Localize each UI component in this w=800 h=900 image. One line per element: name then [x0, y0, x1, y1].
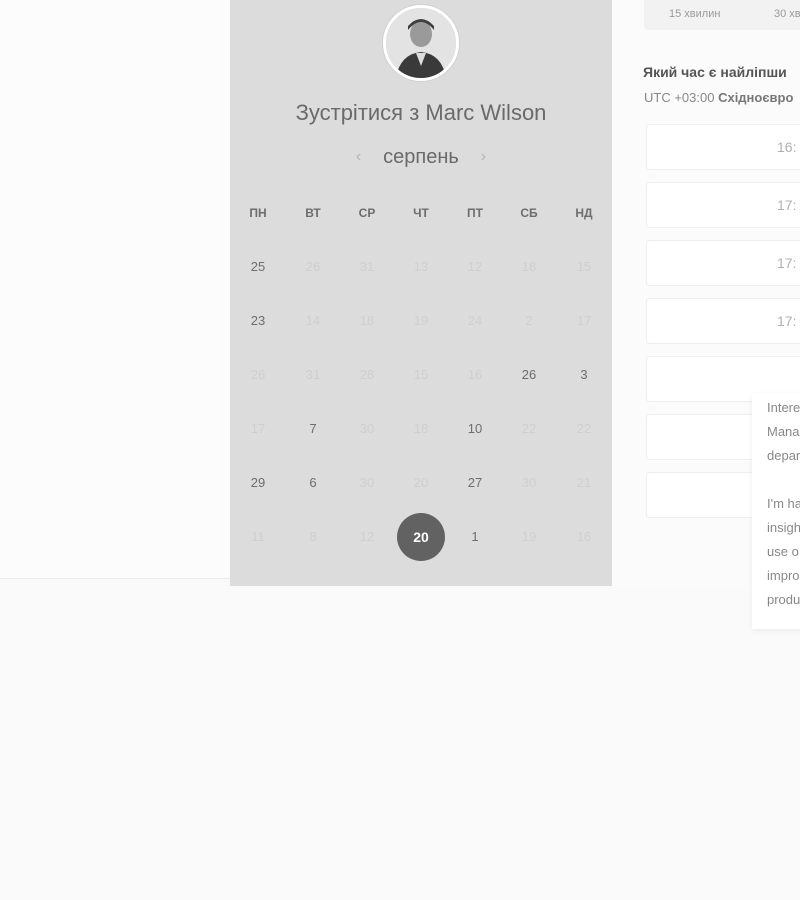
calendar-day: 17 — [250, 421, 266, 436]
calendar-day: 18 — [359, 313, 375, 328]
time-slot-label: 16: — [777, 139, 797, 155]
calendar-day: 31 — [305, 367, 321, 382]
left-blank-area — [0, 0, 230, 579]
time-slot-button[interactable]: 17: — [646, 298, 800, 344]
time-slot-label: 17: — [777, 255, 797, 271]
timezone-name: Східноєвро — [718, 90, 794, 105]
selected-day[interactable]: 20 — [397, 513, 445, 561]
calendar-day[interactable]: 7 — [293, 419, 333, 439]
calendar-day[interactable]: 3 — [564, 365, 604, 385]
calendar-day: 19 — [521, 529, 537, 544]
description-line: impro — [767, 568, 800, 583]
calendar-day: 2 — [525, 313, 533, 328]
calendar-day: 11 — [251, 529, 265, 544]
calendar-day[interactable]: 25 — [238, 257, 278, 277]
calendar-day: 21 — [576, 475, 592, 490]
calendar-day[interactable]: 27 — [455, 473, 495, 493]
description-line: Mana — [767, 424, 800, 439]
time-slot-label: 17: — [777, 197, 797, 213]
timezone-label[interactable]: UTC +03:00 Східноєвро — [644, 90, 793, 105]
calendar-day: 16 — [467, 367, 483, 382]
calendar-day: 30 — [359, 475, 375, 490]
calendar-day: 24 — [467, 313, 483, 328]
calendar-day: 12 — [359, 529, 375, 544]
description-line: depar — [767, 448, 800, 463]
calendar-panel: Зустрітися з Marc Wilson ‹ серпень › ПН В… — [230, 0, 612, 586]
time-slot-label: 17: — [777, 313, 797, 329]
calendar-day: 19 — [413, 313, 429, 328]
tab-15-min[interactable]: 15 хвилин — [669, 8, 720, 20]
calendar-day: 17 — [576, 313, 592, 328]
calendar-day: 30 — [359, 421, 375, 436]
calendar-day: 13 — [413, 259, 429, 274]
calendar-grid: 25 26 31 13 12 18 15 23 14 18 19 24 2 17 26 31 28 15 16 26 3… — [230, 0, 612, 586]
duration-tabs: 15 хвилин 30 хв — [644, 0, 800, 30]
calendar-day: 30 — [521, 475, 537, 490]
calendar-day: 22 — [521, 421, 537, 436]
calendar-day: 31 — [359, 259, 375, 274]
calendar-day[interactable]: 10 — [455, 419, 495, 439]
calendar-day: 14 — [305, 313, 321, 328]
description-line: Intere — [767, 400, 800, 415]
calendar-day[interactable]: 26 — [509, 365, 549, 385]
calendar-day: 20 — [413, 475, 429, 490]
timezone-offset: UTC +03:00 — [644, 90, 715, 105]
calendar-day: 28 — [359, 367, 375, 382]
calendar-day: 8 — [309, 529, 317, 544]
description-line: produ — [767, 592, 800, 607]
description-line: I'm ha — [767, 496, 800, 511]
calendar-day: 12 — [467, 259, 483, 274]
calendar-day[interactable]: 6 — [293, 473, 333, 493]
calendar-day: 18 — [413, 421, 429, 436]
description-card: Intere Mana depar I'm ha insigh use o impro pro… — [752, 393, 800, 629]
calendar-day: 16 — [576, 529, 592, 544]
time-slot-button[interactable]: 16: — [646, 124, 800, 170]
time-question-heading: Який час є найліпши — [643, 64, 787, 80]
calendar-day[interactable]: 23 — [238, 311, 278, 331]
calendar-day[interactable]: 1 — [455, 527, 495, 547]
calendar-day[interactable]: 29 — [238, 473, 278, 493]
calendar-day: 15 — [576, 259, 592, 274]
description-line: use o — [767, 544, 799, 559]
time-slot-button[interactable]: 17: — [646, 240, 800, 286]
calendar-day: 26 — [305, 259, 321, 274]
tab-30-min[interactable]: 30 хв — [774, 8, 800, 20]
description-line: insigh — [767, 520, 800, 535]
calendar-day: 26 — [250, 367, 266, 382]
time-slot-button[interactable]: 17: — [646, 182, 800, 228]
calendar-day: 15 — [413, 367, 429, 382]
calendar-day: 22 — [576, 421, 592, 436]
calendar-day: 18 — [521, 259, 537, 274]
